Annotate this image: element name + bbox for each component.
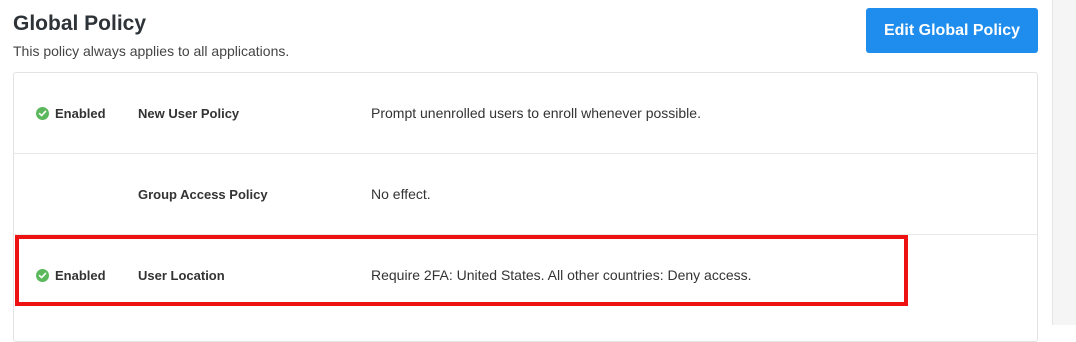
policy-description: Require 2FA: United States. All other co…: [371, 267, 752, 283]
right-scroll-rail[interactable]: [1052, 0, 1076, 325]
policy-row[interactable]: Enabled User Location Require 2FA: Unite…: [14, 235, 1037, 316]
edit-global-policy-button[interactable]: Edit Global Policy: [866, 8, 1038, 53]
policy-name: New User Policy: [138, 105, 240, 121]
status-label: Enabled: [55, 267, 106, 283]
policy-table: Enabled New User Policy Prompt unenrolle…: [13, 72, 1038, 342]
status-label: Enabled: [55, 105, 106, 121]
check-circle-icon: [36, 268, 49, 282]
global-policy-page: Global Policy This policy always applies…: [0, 0, 1052, 342]
policy-description: Prompt unenrolled users to enroll whenev…: [371, 105, 701, 121]
page-subtitle: This policy always applies to all applic…: [13, 43, 290, 59]
status-badge: Enabled: [36, 235, 106, 315]
policy-row[interactable]: Enabled New User Policy Prompt unenrolle…: [14, 73, 1037, 154]
status-badge: Enabled: [36, 73, 106, 153]
policy-name: Group Access Policy: [138, 186, 268, 202]
policy-description: No effect.: [371, 186, 431, 202]
check-circle-icon: [36, 106, 49, 120]
policy-row[interactable]: Group Access Policy No effect.: [14, 154, 1037, 235]
policy-name: User Location: [138, 267, 225, 283]
page-title: Global Policy: [13, 12, 147, 35]
